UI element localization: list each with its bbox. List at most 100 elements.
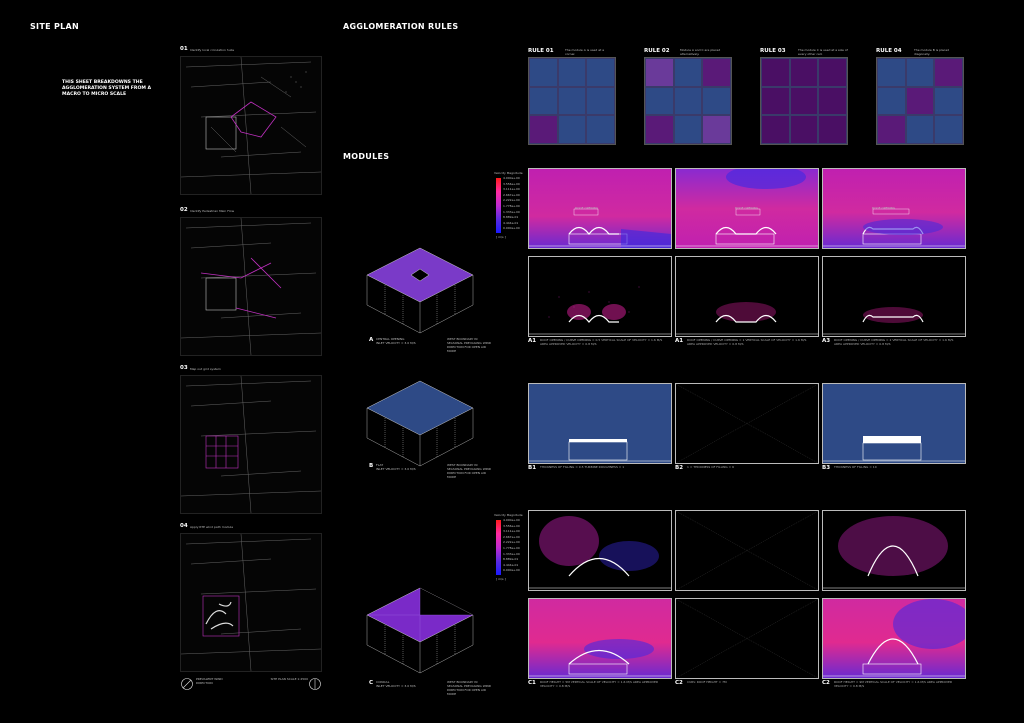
sim-code: A3 — [822, 338, 831, 344]
sim-caption: CURV. ROOF HEIGHT = 7M — [687, 680, 727, 684]
velocity-colorbar — [496, 520, 501, 575]
sim-caption: 1 = THICKNESS OF FILLING = 6 — [687, 465, 735, 469]
legend-title: Velocity Magnitude — [494, 513, 523, 517]
velocity-colorbar — [496, 178, 501, 233]
rule-grid-cell — [877, 86, 906, 116]
roof-opening-label: ROOF OPENING — [872, 206, 896, 210]
sim-panel-c2-empty-bottom — [675, 598, 819, 679]
rule-grid-cell — [789, 86, 819, 116]
roof-opening-label: ROOF OPENING — [735, 206, 759, 210]
sim-panel-c1-contour — [528, 598, 672, 679]
rule-label: RULE 03 — [760, 48, 786, 54]
rule-grid-cell — [934, 58, 963, 87]
rule-note: Module A and C are placed alternatively. — [680, 48, 721, 56]
site-plan-map-02 — [180, 217, 322, 356]
rule-grid-cell — [702, 115, 731, 144]
rule-01-grid — [528, 57, 616, 145]
north-arrow-icon — [309, 675, 321, 690]
module-note: WEST BOUNDARY IN SEASONAL PREVAILING WIN… — [447, 463, 492, 479]
sim-panel-b3 — [822, 383, 966, 464]
sim-panel-a1-contour — [528, 168, 672, 249]
rule-grid-cell — [905, 115, 935, 144]
sim-panel-c3-contour — [822, 598, 966, 679]
sim-caption: THICKNESS OF FILLING = 10 — [834, 465, 877, 469]
rule-grid-cell — [645, 58, 674, 87]
sim-code: A1 — [675, 338, 684, 344]
wind-direction-label: PREVALENT WIND DIRECTION — [196, 677, 223, 685]
map-number: 02 — [180, 207, 188, 213]
scale-label: SITE PLAN SCALE 1:2500 — [270, 677, 308, 681]
module-note: WEST BOUNDARY IN SEASONAL PREVAILING WIN… — [447, 680, 492, 696]
sim-panel-a3-streamlines — [822, 256, 966, 337]
sim-panel-a2-streamlines — [675, 256, 819, 337]
site-plan-map-04 — [180, 533, 322, 672]
sim-code: C2 — [822, 680, 830, 686]
rule-note: The module C is used at a size of every … — [798, 48, 848, 56]
sim-caption: ROOF HEIGHT = 9M VERTICAL SCALE OF VELOC… — [834, 680, 953, 688]
rule-grid-cell — [761, 58, 790, 87]
rule-grid-cell — [761, 86, 790, 116]
rule-grid-cell — [877, 115, 906, 144]
rule-grid-cell — [877, 58, 906, 87]
rule-03-grid — [760, 57, 848, 145]
sim-panel-c2-empty — [675, 510, 819, 591]
module-b-iso — [365, 378, 475, 473]
rule-grid-cell — [702, 58, 731, 87]
rule-grid-cell — [557, 115, 587, 144]
rule-grid-cell — [789, 115, 819, 144]
rule-grid-cell — [818, 86, 847, 116]
sim-code: C2 — [675, 680, 683, 686]
map-caption: Identify Pedestrian Main Flow — [190, 209, 235, 213]
rule-grid-cell — [586, 58, 615, 87]
sim-code: A1 — [528, 338, 537, 344]
sim-panel-b1 — [528, 383, 672, 464]
rule-grid-cell — [673, 58, 703, 87]
legend-title: Velocity Magnitude — [494, 171, 523, 175]
rule-grid-cell — [818, 58, 847, 87]
sim-code: B3 — [822, 465, 831, 471]
rule-grid-cell — [673, 115, 703, 144]
module-sub: INLET VELOCITY = 3.0 M/S — [376, 467, 416, 471]
site-plan-map-03 — [180, 375, 322, 514]
rule-grid-cell — [934, 115, 963, 144]
rule-grid-cell — [529, 115, 558, 144]
roof-opening-label: ROOF OPENING — [575, 206, 599, 210]
map-number: 03 — [180, 365, 188, 371]
rule-grid-cell — [905, 86, 935, 116]
rule-grid-cell — [702, 86, 731, 116]
sim-code: C1 — [528, 680, 536, 686]
map-caption: Map out grid system — [190, 367, 221, 371]
map-caption: Apply RTE wind path module — [190, 525, 234, 529]
rule-label: RULE 02 — [644, 48, 670, 54]
rule-grid-cell — [645, 86, 674, 116]
module-note: WEST BOUNDARY IN SEASONAL PREVAILING WIN… — [447, 337, 492, 353]
module-letter: C — [369, 680, 374, 686]
rule-grid-cell — [818, 115, 847, 144]
module-c-iso — [365, 585, 475, 680]
map-number: 01 — [180, 46, 188, 52]
rule-grid-cell — [761, 115, 790, 144]
sim-code: B2 — [675, 465, 684, 471]
legend-ticks: 4.000e+00 3.556e+00 3.111e+00 2.667e+00 … — [503, 176, 520, 231]
rule-grid-cell — [789, 58, 819, 87]
rule-grid-cell — [934, 86, 963, 116]
module-sub: INLET VELOCITY = 3.0 M/S — [376, 341, 416, 345]
rule-label: RULE 01 — [528, 48, 554, 54]
rule-grid-cell — [645, 115, 674, 144]
module-letter: A — [369, 337, 374, 343]
rule-grid-cell — [905, 58, 935, 87]
rule-02-grid — [644, 57, 732, 145]
legend-unit: [ m/s ] — [496, 235, 506, 239]
agglomeration-title: AGGLOMERATION RULES — [343, 22, 459, 31]
rule-label: RULE 04 — [876, 48, 902, 54]
map-caption: Identify local circulation hubs — [190, 48, 235, 52]
rule-note: The module B is placed diagonally. — [914, 48, 950, 56]
sim-caption: THICKNESS OF FILLING = 0.5 TURBINE ROUGH… — [540, 465, 625, 469]
rule-grid-cell — [557, 86, 587, 116]
sim-panel-c1-streamlines — [528, 510, 672, 591]
rule-note: The module A is used at a corner. — [565, 48, 605, 56]
rule-grid-cell — [529, 58, 558, 87]
sim-panel-c3-streamlines — [822, 510, 966, 591]
module-letter: B — [369, 463, 374, 469]
sim-caption: ROOF OPENING / CURVE OPENING = 0.5 VERTI… — [540, 338, 663, 346]
